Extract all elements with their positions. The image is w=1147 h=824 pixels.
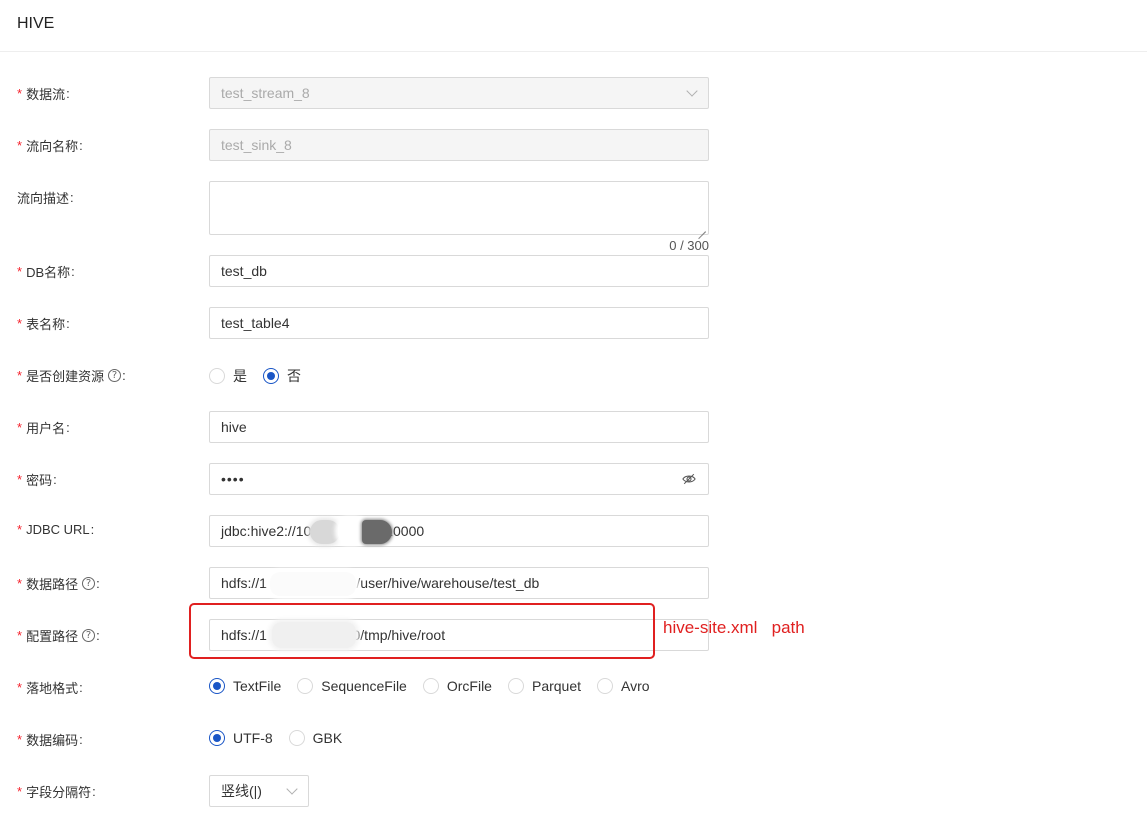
jdbc-url-label: * JDBC URL: <box>17 522 95 537</box>
data-path-label: * 数据路径?: <box>17 576 100 592</box>
radio-no[interactable]: 否 <box>263 366 301 386</box>
table-name-row: * 表名称: test_table4 <box>0 305 1147 341</box>
radio-textfile[interactable]: TextFile <box>209 678 281 694</box>
file-format-radio-group: TextFile SequenceFile OrcFile Parquet Av… <box>209 678 666 694</box>
username-input[interactable]: hive <box>209 411 709 443</box>
password-input[interactable]: •••• <box>209 463 709 495</box>
radio-yes[interactable]: 是 <box>209 366 247 386</box>
resize-handle-icon[interactable] <box>698 224 706 232</box>
create-resource-label: * 是否创建资源?: <box>17 368 126 384</box>
sink-name-input[interactable]: test_sink_8 <box>209 129 709 161</box>
radio-parquet[interactable]: Parquet <box>507 678 581 694</box>
jdbc-url-input[interactable]: jdbc:hive2://10.10 9:10000 <box>209 515 709 547</box>
radio-orcfile[interactable]: OrcFile <box>422 678 492 694</box>
db-name-label: * DB名称: <box>17 264 75 280</box>
sink-name-row: * 流向名称: test_sink_8 <box>0 127 1147 163</box>
redaction-smudge <box>270 572 356 596</box>
table-name-label: * 表名称: <box>17 316 70 332</box>
file-format-row: * 落地格式: TextFile SequenceFile OrcFile Par… <box>0 669 1147 705</box>
radio-circle[interactable] <box>422 678 439 694</box>
eye-invisible-icon[interactable] <box>682 472 696 486</box>
sink-name-label: * 流向名称: <box>17 138 83 154</box>
chevron-down-icon <box>686 85 698 97</box>
radio-utf8[interactable]: UTF-8 <box>209 730 273 746</box>
encoding-radio-group: UTF-8 GBK <box>209 730 358 746</box>
encoding-row: * 数据编码: UTF-8 GBK <box>0 721 1147 757</box>
password-row: * 密码: •••• <box>0 461 1147 497</box>
db-name-input[interactable]: test_db <box>209 255 709 287</box>
separator-row: * 字段分隔符: 竖线(|) <box>0 773 1147 809</box>
redaction-smudge <box>362 520 392 544</box>
username-label: * 用户名: <box>17 420 70 436</box>
radio-circle[interactable] <box>507 678 524 694</box>
create-resource-row: * 是否创建资源?: 是 否 <box>0 357 1147 393</box>
data-path-row: * 数据路径?: hdfs://1 :9000/user/hive/warehou… <box>0 565 1147 601</box>
stream-row: * 数据流: test_stream_8 <box>0 75 1147 111</box>
page-header: HIVE <box>0 0 1147 52</box>
file-format-label: * 落地格式: <box>17 680 83 696</box>
radio-circle[interactable] <box>297 678 314 694</box>
separator-select[interactable]: 竖线(|) <box>209 775 309 807</box>
description-textarea[interactable] <box>209 181 709 235</box>
radio-circle-selected[interactable] <box>263 368 279 384</box>
annotation-text: hive-site.xml path <box>663 618 805 637</box>
create-resource-radio-group: 是 否 <box>209 366 317 386</box>
config-path-label: * 配置路径?: <box>17 628 100 644</box>
help-icon[interactable]: ? <box>82 629 96 642</box>
description-label: 流向描述: <box>17 190 74 206</box>
separator-label: * 字段分隔符: <box>17 784 96 800</box>
radio-circle-selected[interactable] <box>209 730 225 746</box>
table-name-input[interactable]: test_table4 <box>209 307 709 339</box>
chevron-down-icon <box>286 783 298 795</box>
help-icon[interactable]: ? <box>108 369 122 382</box>
radio-circle[interactable] <box>597 678 614 694</box>
stream-select-value: test_stream_8 <box>221 85 310 101</box>
password-label: * 密码: <box>17 472 57 488</box>
jdbc-url-row: * JDBC URL: jdbc:hive2://10.10 9:10000 <box>0 513 1147 549</box>
page-title: HIVE <box>17 15 55 32</box>
description-counter: 0 / 300 <box>669 238 709 253</box>
annotation-highlight-box <box>189 603 655 659</box>
redaction-smudge <box>310 520 340 544</box>
stream-label: * 数据流: <box>17 86 70 102</box>
radio-circle[interactable] <box>209 368 225 384</box>
radio-gbk[interactable]: GBK <box>288 730 342 746</box>
help-icon[interactable]: ? <box>82 577 96 590</box>
username-row: * 用户名: hive <box>0 409 1147 445</box>
encoding-label: * 数据编码: <box>17 732 83 748</box>
radio-avro[interactable]: Avro <box>597 678 650 694</box>
redaction-smudge <box>338 519 364 543</box>
stream-select[interactable]: test_stream_8 <box>209 77 709 109</box>
radio-circle-selected[interactable] <box>209 678 225 694</box>
radio-circle[interactable] <box>288 730 305 746</box>
radio-sequencefile[interactable]: SequenceFile <box>297 678 407 694</box>
db-name-row: * DB名称: test_db <box>0 253 1147 289</box>
